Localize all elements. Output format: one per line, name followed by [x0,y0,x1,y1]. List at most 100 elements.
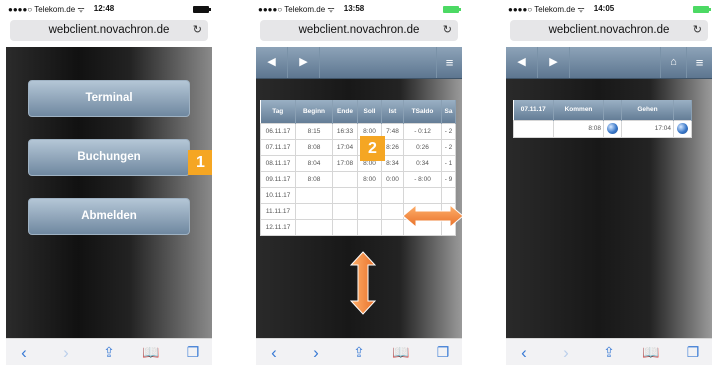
back-icon[interactable]: ‹ [259,339,289,365]
phone-screen-detail: ●●●●○ Telekom.de ᯤ 14:05 webclient.novac… [506,0,712,365]
col-ende: Ende [332,100,358,123]
cell: 06.11.17 [260,122,296,140]
cell [295,186,333,204]
tabs-icon[interactable]: ❐ [428,339,458,365]
cell: - 0:12 [403,122,442,140]
cell: 09.11.17 [260,170,296,188]
cell: - 2 [441,138,456,156]
forward-icon[interactable]: ▶ [288,47,320,78]
carrier-label: ●●●●○ Telekom.de ᯤ [8,5,85,14]
col-tag: Tag [260,100,296,123]
menu-icon[interactable]: ≡ [436,47,462,78]
cell: 07.11.17 [260,138,296,156]
web-toolbar: ◀ ▶ ⌂ ≡ [506,47,712,79]
buchungen-button[interactable]: Buchungen [28,139,190,176]
cell: 8:08 [295,170,333,188]
step-badge-1: 1 [188,150,212,175]
tabs-icon[interactable]: ❐ [178,339,208,365]
globe-icon[interactable] [607,123,618,134]
cell: 0:00 [381,170,404,188]
cell: 08.11.17 [260,154,296,172]
bookmarks-icon[interactable]: 📖 [636,339,666,365]
forward-icon[interactable]: › [301,339,331,365]
table-row[interactable]: 10.11.17 [260,186,456,204]
cell [332,170,358,188]
address-bar[interactable]: webclient.novachron.de ↻ [510,20,708,41]
cell: 0:34 [403,154,442,172]
address-bar[interactable]: webclient.novachron.de ↻ [10,20,208,41]
cell: 10.11.17 [260,186,296,204]
col-gehen-icon [673,100,692,120]
col-beginn: Beginn [295,100,333,123]
table-row[interactable]: 06.11.17 8:15 16:33 8:00 7:48 - 0:12 - 2 [260,122,456,140]
forward-icon[interactable]: › [51,339,81,365]
cell: - 1 [441,154,456,172]
address-bar[interactable]: webclient.novachron.de ↻ [260,20,458,41]
cell [357,186,382,204]
browser-bottom-bar: ‹ › ⇪ 📖 ❐ [506,338,712,365]
share-icon[interactable]: ⇪ [594,339,624,365]
status-time: 14:05 [593,4,615,13]
url-text: webclient.novachron.de [548,24,670,36]
cell: 8:15 [295,122,333,140]
reload-icon[interactable]: ↻ [693,20,702,41]
terminal-button[interactable]: Terminal [28,80,190,117]
bookmarks-icon[interactable]: 📖 [386,339,416,365]
cell: - 8:00 [403,170,442,188]
cell: 8:08 [295,138,333,156]
web-toolbar: ◀ ▶ ≡ [256,47,462,79]
status-bar: ●●●●○ Telekom.de ᯤ 14:05 [508,4,711,16]
cell: - 9 [441,170,456,188]
share-icon[interactable]: ⇪ [344,339,374,365]
cell [357,202,382,220]
battery-icon [693,6,711,13]
carrier-label: ●●●●○ Telekom.de ᯤ [508,5,585,14]
cell: 8:04 [295,154,333,172]
cell: 16:33 [332,122,358,140]
share-icon[interactable]: ⇪ [94,339,124,365]
battery-icon [193,6,211,13]
cell [381,202,404,220]
col-ist: Ist [381,100,404,123]
back-icon[interactable]: ◀ [506,47,538,78]
home-icon[interactable]: ⌂ [660,47,686,78]
tabs-icon[interactable]: ❐ [678,339,708,365]
carrier-label: ●●●●○ Telekom.de ᯤ [258,5,335,14]
reload-icon[interactable]: ↻ [193,20,202,41]
cell [295,218,333,236]
back-icon[interactable]: ‹ [509,339,539,365]
table-row[interactable]: 8:08 17:04 [513,119,692,138]
table-row[interactable]: 09.11.17 8:08 8:00 0:00 - 8:00 - 9 [260,170,456,188]
browser-bottom-bar: ‹ › ⇪ 📖 ❐ [256,338,462,365]
globe-icon[interactable] [677,123,688,134]
vertical-arrow-icon [350,251,376,315]
status-bar: ●●●●○ Telekom.de ᯤ 13:58 [258,4,461,16]
cell [603,119,622,138]
cell: - 2 [441,122,456,140]
back-icon[interactable]: ◀ [256,47,288,78]
detail-panel [506,47,712,338]
menu-icon[interactable]: ≡ [686,47,712,78]
cell: 8:00 [357,170,382,188]
cell: 0:26 [403,138,442,156]
cell: 11.11.17 [260,202,296,220]
cell: 12.11.17 [260,218,296,236]
cell [381,218,404,236]
cell [381,186,404,204]
back-icon[interactable]: ‹ [9,339,39,365]
table-row[interactable]: 08.11.17 8:04 17:08 8:00 8:34 0:34 - 1 [260,154,456,172]
url-text: webclient.novachron.de [298,24,420,36]
status-bar: ●●●●○ Telekom.de ᯤ 12:48 [8,4,211,16]
cell [357,218,382,236]
forward-icon[interactable]: ▶ [538,47,570,78]
forward-icon[interactable]: › [551,339,581,365]
cell: 17:04 [332,138,358,156]
cell: 17:08 [332,154,358,172]
reload-icon[interactable]: ↻ [443,20,452,41]
table-row[interactable]: 07.11.17 8:08 17:04 8:26 0:26 - 2 [260,138,456,156]
browser-bottom-bar: ‹ › ⇪ 📖 ❐ [6,338,212,365]
abmelden-button[interactable]: Abmelden [28,198,190,235]
col-date: 07.11.17 [513,100,554,120]
bookmarks-icon[interactable]: 📖 [136,339,166,365]
url-text: webclient.novachron.de [48,24,170,36]
